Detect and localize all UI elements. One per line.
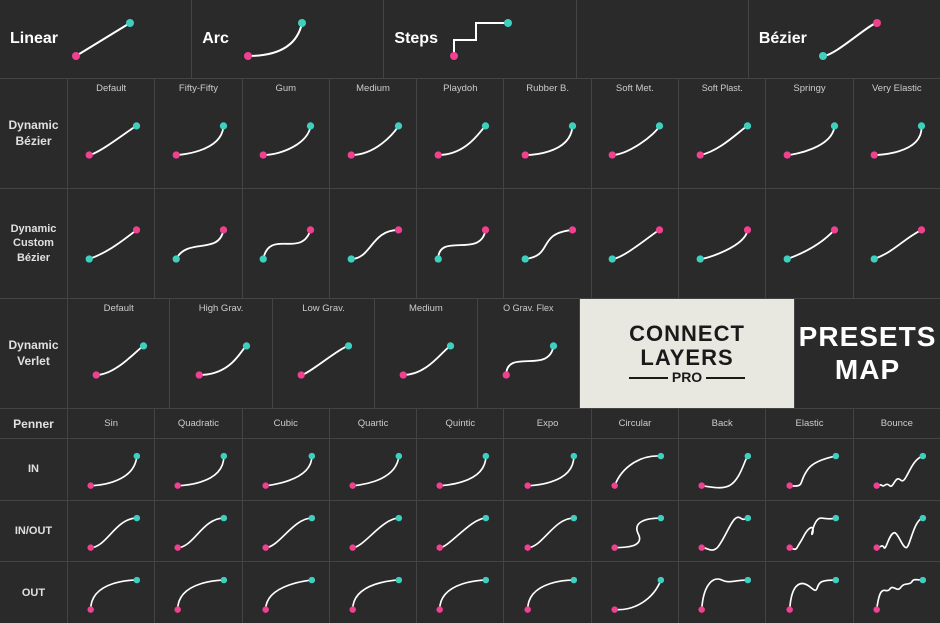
col-cubic-header: Cubic (243, 409, 329, 439)
col-elastic-header: Elastic (766, 409, 852, 439)
expo-in (504, 439, 590, 501)
expo-inout (504, 501, 590, 563)
db-rubber: Rubber B. (504, 79, 591, 188)
dv-ogravflex: O Grav. Flex (478, 299, 580, 408)
bezier-cell: Bézier (749, 0, 940, 78)
elastic-out (766, 562, 852, 623)
quad-inout (155, 501, 241, 563)
dynamic-bezier-label: DynamicBézier (0, 79, 68, 188)
cubic-out (243, 562, 329, 623)
steps-cell: Steps (384, 0, 576, 78)
dv-medium: Medium (375, 299, 477, 408)
elastic-in (766, 439, 852, 501)
dcb-8 (679, 189, 766, 298)
cubic-in (243, 439, 329, 501)
quad-out (155, 562, 241, 623)
bounce-out (854, 562, 940, 623)
circular-inout (592, 501, 678, 563)
dv-highgrav: High Grav. (170, 299, 272, 408)
col-quintic-header: Quintic (417, 409, 503, 439)
presets-line2: MAP (799, 354, 937, 386)
dcb-10 (854, 189, 940, 298)
db-very-elastic: Very Elastic (854, 79, 940, 188)
db-default: Default (68, 79, 155, 188)
linear-label: Linear (10, 30, 60, 48)
steps-label: Steps (394, 30, 438, 48)
dcb-7 (592, 189, 679, 298)
quartic-inout (330, 501, 416, 563)
cubic-inout (243, 501, 329, 563)
quad-in (155, 439, 241, 501)
dcb-6 (504, 189, 591, 298)
bezier-label: Bézier (759, 30, 807, 48)
db-gum: Gum (243, 79, 330, 188)
dcb-3 (243, 189, 330, 298)
dcb-1 (68, 189, 155, 298)
quintic-inout (417, 501, 503, 563)
expo-out (504, 562, 590, 623)
col-back-header: Back (679, 409, 765, 439)
sin-out (68, 562, 154, 623)
col-bounce-header: Bounce (854, 409, 940, 439)
dcb-5 (417, 189, 504, 298)
quartic-out (330, 562, 416, 623)
col-quad-header: Quadratic (155, 409, 241, 439)
penner-main-label: Penner (0, 409, 67, 439)
presets-map-box: PRESETS MAP (795, 299, 940, 408)
bounce-in (854, 439, 940, 501)
back-in (679, 439, 765, 501)
quintic-in (417, 439, 503, 501)
arc-label: Arc (202, 30, 232, 48)
cl-line3: PRO (672, 370, 702, 385)
col-expo-header: Expo (504, 409, 590, 439)
circular-in (592, 439, 678, 501)
penner-out-label: OUT (0, 562, 67, 623)
circular-out (592, 562, 678, 623)
dv-default: Default (68, 299, 170, 408)
back-out (679, 562, 765, 623)
db-softmet: Soft Met. (592, 79, 679, 188)
quartic-in (330, 439, 416, 501)
dcb-4 (330, 189, 417, 298)
penner-inout-label: IN/OUT (0, 501, 67, 563)
cl-line2: LAYERS (629, 346, 745, 370)
cl-line1: CONNECT (629, 322, 745, 346)
quintic-out (417, 562, 503, 623)
dv-lowgrav: Low Grav. (273, 299, 375, 408)
db-fifty: Fifty-Fifty (155, 79, 242, 188)
sin-inout (68, 501, 154, 563)
db-medium: Medium (330, 79, 417, 188)
bounce-inout (854, 501, 940, 563)
linear-cell: Linear (0, 0, 192, 78)
presets-line1: PRESETS (799, 321, 937, 353)
col-quartic-header: Quartic (330, 409, 416, 439)
connect-layers-pro-box: CONNECT LAYERS PRO (580, 299, 795, 408)
elastic-inout (766, 501, 852, 563)
sin-in (68, 439, 154, 501)
dv-label: DynamicVerlet (0, 299, 68, 408)
penner-in-label: IN (0, 439, 67, 501)
back-inout (679, 501, 765, 563)
dcb-9 (766, 189, 853, 298)
penner-section: Penner IN IN/OUT OUT Sin (0, 409, 940, 623)
col-circular-header: Circular (592, 409, 678, 439)
dcb-label: DynamicCustomBézier (0, 189, 68, 298)
col-sin-header: Sin (68, 409, 154, 439)
dcb-2 (155, 189, 242, 298)
db-springy: Springy (766, 79, 853, 188)
db-softplast: Soft Plast. (679, 79, 766, 188)
arc-cell: Arc (192, 0, 384, 78)
db-playdoh: Playdoh (417, 79, 504, 188)
